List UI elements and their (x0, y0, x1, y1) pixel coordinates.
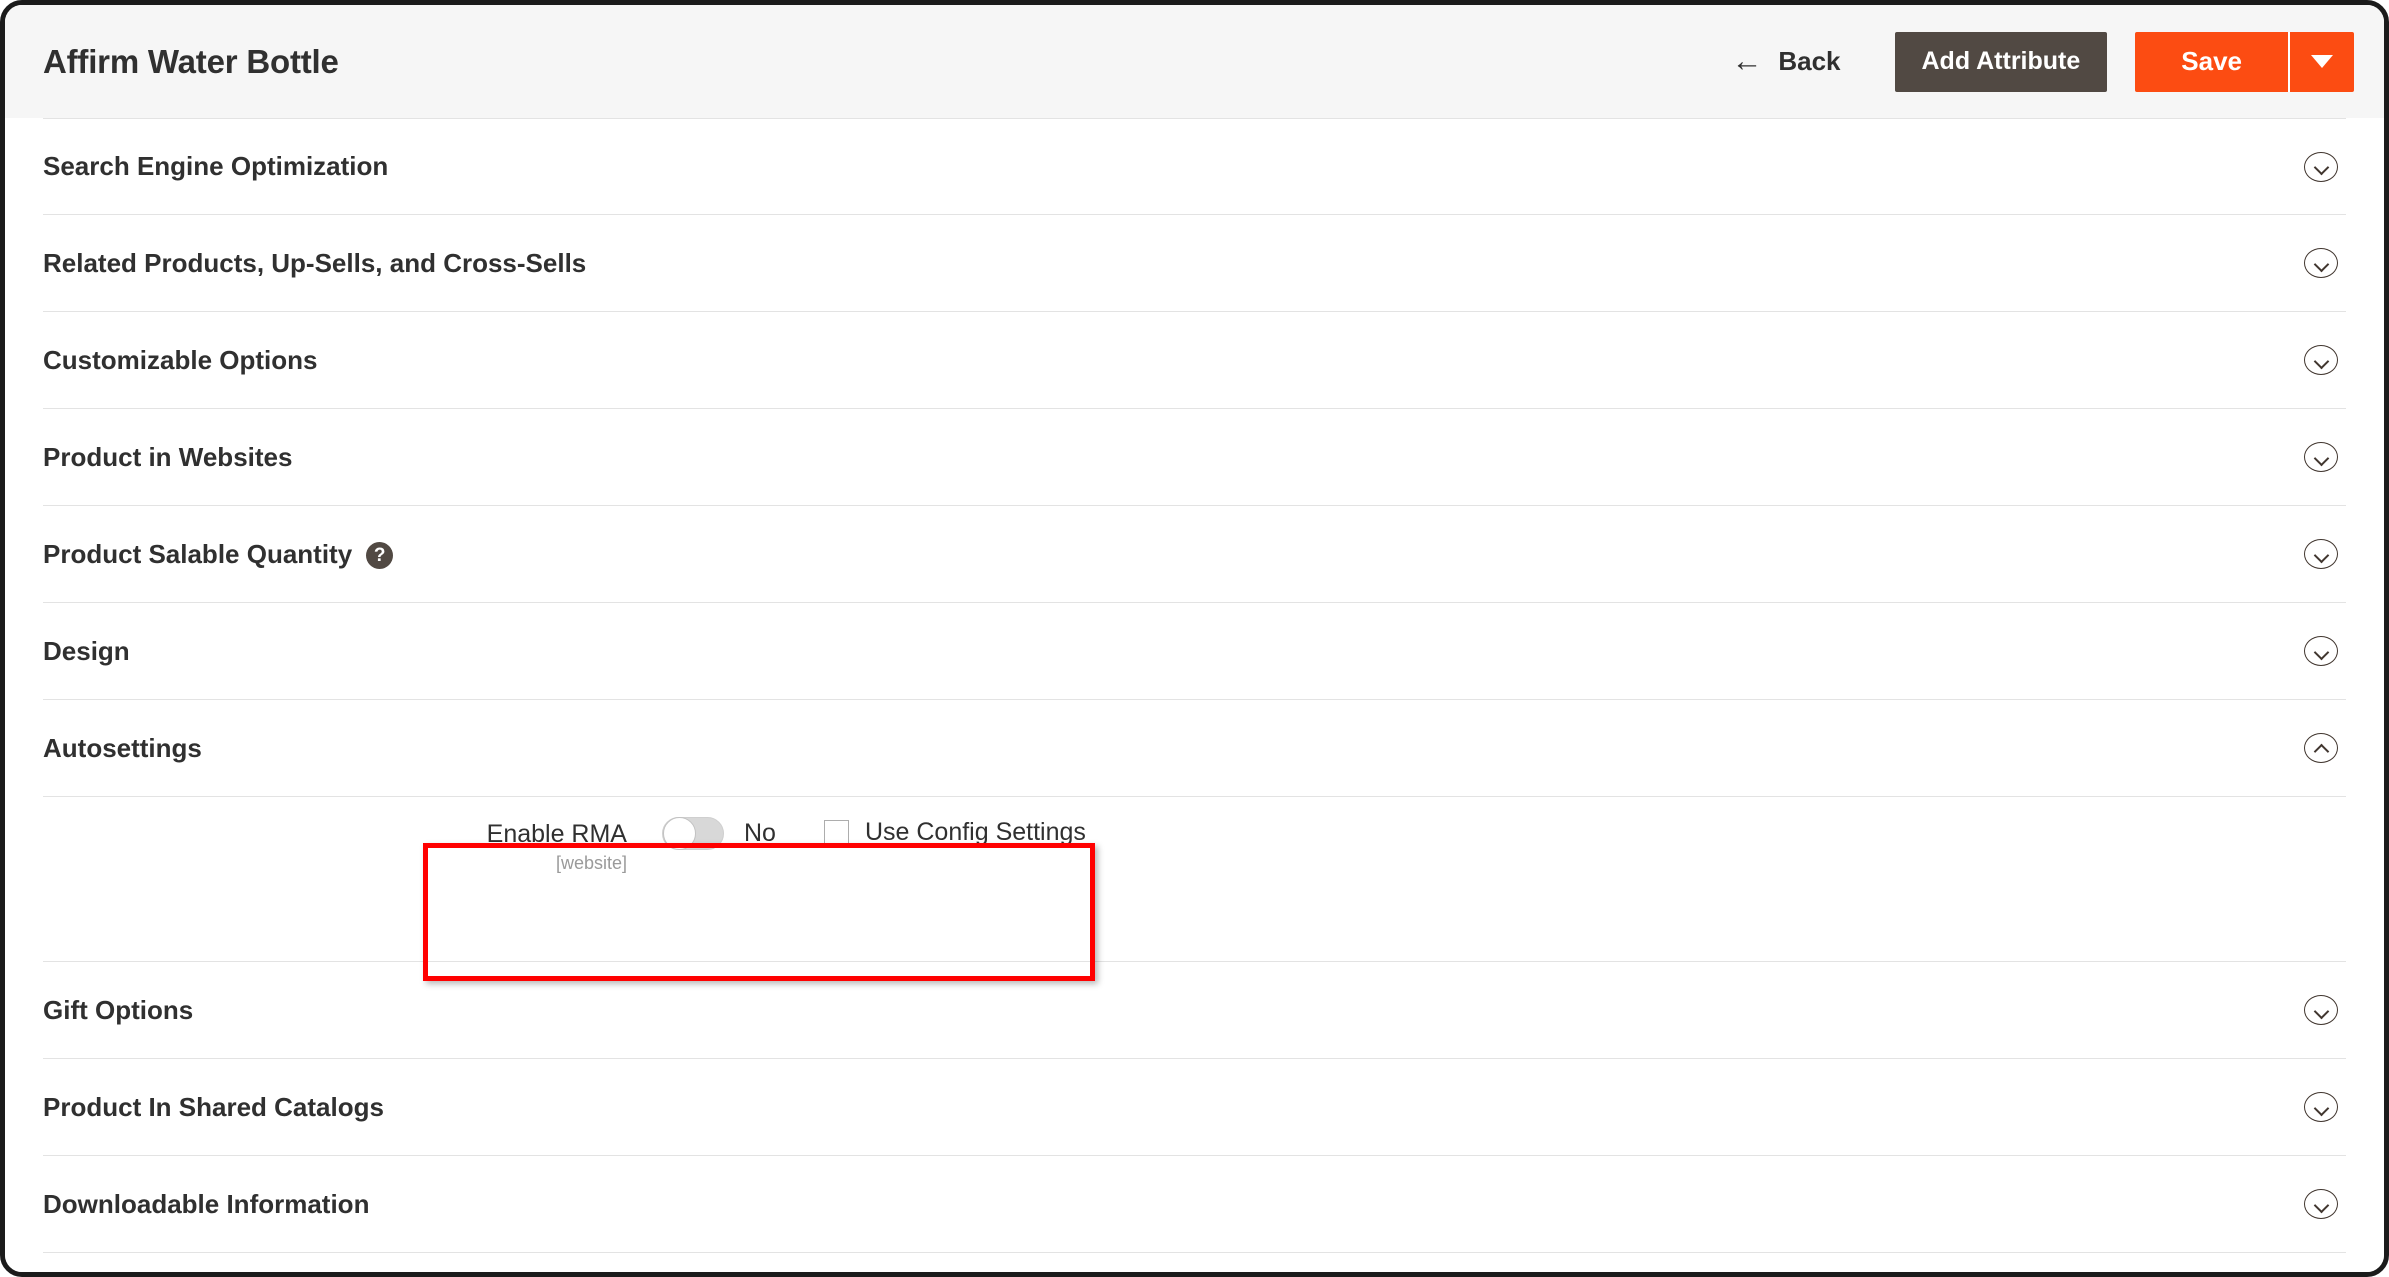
chevron-glyph (2315, 1198, 2328, 1211)
page-title: Affirm Water Bottle (43, 42, 339, 80)
section-title: Gift Options (43, 994, 194, 1025)
save-dropdown-toggle[interactable] (2288, 31, 2354, 92)
chevron-down-icon[interactable] (2304, 248, 2338, 278)
section-header-gift-options[interactable]: Gift Options (43, 962, 2346, 1059)
enable-rma-toggle[interactable] (662, 817, 724, 850)
enable-rma-toggle-wrap: No (662, 815, 776, 850)
section-title: Design (43, 635, 130, 666)
use-config-settings-checkbox[interactable] (823, 820, 849, 845)
chevron-glyph (2315, 257, 2328, 270)
chevron-glyph (2315, 160, 2328, 173)
section-title: Related Products, Up-Sells, and Cross-Se… (43, 247, 587, 278)
autosettings-panel: Enable RMA [website] No Use Config Setti… (43, 797, 2346, 962)
arrow-left-icon: ← (1731, 43, 1763, 78)
help-icon[interactable]: ? (366, 541, 394, 569)
section-title: Product in Websites (43, 441, 293, 472)
section-title: Product Salable Quantity ? (43, 539, 394, 570)
chevron-glyph (2315, 451, 2328, 464)
chevron-down-icon[interactable] (2304, 995, 2338, 1025)
chevron-down-icon[interactable] (2304, 345, 2338, 375)
chevron-down-icon[interactable] (2304, 1189, 2338, 1219)
back-button-label: Back (1778, 46, 1841, 76)
chevron-glyph (2315, 1101, 2328, 1114)
page-header: Affirm Water Bottle ← Back Add Attribute… (5, 5, 2384, 118)
section-title: Product In Shared Catalogs (43, 1091, 384, 1122)
section-title: Downloadable Information (43, 1188, 370, 1219)
enable-rma-label-wrap: Enable RMA [website] (459, 815, 627, 874)
section-header-autosettings[interactable]: Autosettings (43, 700, 2346, 797)
back-button[interactable]: ← Back (1707, 43, 1864, 78)
section-header-product-in-websites[interactable]: Product in Websites (43, 409, 2346, 506)
section-header-product-salable-quantity[interactable]: Product Salable Quantity ? (43, 506, 2346, 603)
enable-rma-label: Enable RMA (486, 820, 627, 848)
browser-window-frame: Affirm Water Bottle ← Back Add Attribute… (0, 0, 2389, 1277)
chevron-down-icon[interactable] (2304, 539, 2338, 569)
chevron-glyph (2315, 354, 2328, 367)
enable-rma-value: No (744, 819, 776, 847)
chevron-up-icon[interactable] (2304, 733, 2338, 763)
section-list: Search Engine Optimization Related Produ… (5, 118, 2384, 1253)
enable-rma-field: Enable RMA [website] No Use Config Setti… (459, 815, 1086, 874)
save-button[interactable]: Save (2135, 31, 2288, 92)
toggle-knob (663, 817, 696, 850)
use-config-settings-wrap[interactable]: Use Config Settings (823, 815, 1086, 847)
section-header-design[interactable]: Design (43, 603, 2346, 700)
section-header-product-in-shared-catalogs[interactable]: Product In Shared Catalogs (43, 1059, 2346, 1156)
save-split-button: Save (2135, 31, 2354, 92)
section-header-search-engine-optimization[interactable]: Search Engine Optimization (43, 118, 2346, 215)
add-attribute-button[interactable]: Add Attribute (1894, 31, 2108, 92)
use-config-settings-label: Use Config Settings (864, 818, 1086, 846)
chevron-down-icon[interactable] (2304, 636, 2338, 666)
section-title: Autosettings (43, 732, 202, 763)
chevron-down-icon[interactable] (2304, 442, 2338, 472)
header-actions: ← Back Add Attribute Save (1707, 5, 2354, 118)
chevron-down-icon[interactable] (2304, 151, 2338, 182)
section-title: Customizable Options (43, 344, 318, 375)
enable-rma-scope: [website] (555, 852, 627, 873)
chevron-glyph (2315, 548, 2328, 561)
chevron-glyph (2315, 645, 2328, 658)
chevron-down-icon[interactable] (2304, 1092, 2338, 1122)
admin-page-viewport: Affirm Water Bottle ← Back Add Attribute… (5, 5, 2384, 1272)
section-header-downloadable-information[interactable]: Downloadable Information (43, 1156, 2346, 1253)
section-header-customizable-options[interactable]: Customizable Options (43, 312, 2346, 409)
section-header-related-products[interactable]: Related Products, Up-Sells, and Cross-Se… (43, 215, 2346, 312)
chevron-glyph (2315, 1004, 2328, 1017)
section-title: Search Engine Optimization (43, 151, 389, 181)
caret-down-icon (2311, 55, 2333, 68)
chevron-glyph (2315, 742, 2328, 755)
